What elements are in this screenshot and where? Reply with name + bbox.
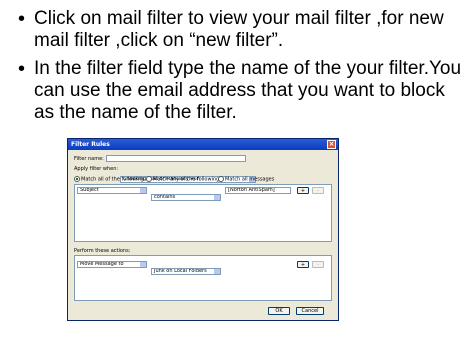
condition-value-input[interactable]: [Norton AntiSpam] <box>225 187 291 194</box>
action-target-select[interactable]: Junk on Local Folders <box>151 268 221 275</box>
actions-list: Move Message to Junk on Local Folders + … <box>74 255 332 301</box>
apply-filter-label: Apply filter when: <box>74 166 119 172</box>
condition-field-value: Subject <box>80 187 99 193</box>
close-icon[interactable]: × <box>327 140 336 149</box>
condition-field-select[interactable]: Subject <box>77 187 147 194</box>
radio-label: Match all messages <box>225 176 275 183</box>
condition-operator-select[interactable]: contains <box>151 194 221 201</box>
dialog-titlebar: Filter Rules × <box>68 139 338 150</box>
bullet-list: • Click on mail filter to view your mail… <box>18 8 466 130</box>
dialog-title: Filter Rules <box>71 141 110 148</box>
match-all-messages-radio[interactable]: Match all messages <box>218 176 274 183</box>
bullet-dot: • <box>18 8 26 30</box>
condition-operator-value: contains <box>154 194 176 200</box>
radio-label: Match any of the following <box>153 176 220 183</box>
radio-selected-icon <box>74 176 80 182</box>
match-any-radio[interactable]: Match any of the following <box>146 176 219 183</box>
filter-rules-dialog: Filter Rules × Filter name: Apply filter… <box>67 138 339 321</box>
match-all-radio[interactable]: Match all of the following <box>74 176 144 183</box>
bullet-text: In the filter field type the name of the… <box>34 58 462 123</box>
bullet-dot: • <box>18 58 26 80</box>
remove-condition-button[interactable]: - <box>312 187 324 194</box>
cancel-button[interactable]: Cancel <box>296 307 324 315</box>
bullet-item: • Click on mail filter to view your mail… <box>18 8 466 52</box>
remove-action-button[interactable]: - <box>312 261 324 268</box>
add-condition-button[interactable]: + <box>297 187 309 194</box>
filter-name-input[interactable] <box>106 155 246 162</box>
radio-icon <box>146 176 152 182</box>
ok-button[interactable]: OK <box>268 307 290 315</box>
action-type-select[interactable]: Move Message to <box>77 261 147 268</box>
actions-label: Perform these actions: <box>74 248 131 254</box>
conditions-list: Subject contains [Norton AntiSpam] + - <box>74 184 332 242</box>
radio-icon <box>218 176 224 182</box>
action-target-value: Junk on Local Folders <box>154 268 207 274</box>
filter-name-label: Filter name: <box>74 156 104 162</box>
bullet-item: • In the filter field type the name of t… <box>18 58 466 124</box>
action-type-value: Move Message to <box>80 261 124 267</box>
bullet-text: Click on mail filter to view your mail f… <box>34 8 444 51</box>
radio-label: Match all of the following <box>81 176 144 183</box>
add-action-button[interactable]: + <box>297 261 309 268</box>
